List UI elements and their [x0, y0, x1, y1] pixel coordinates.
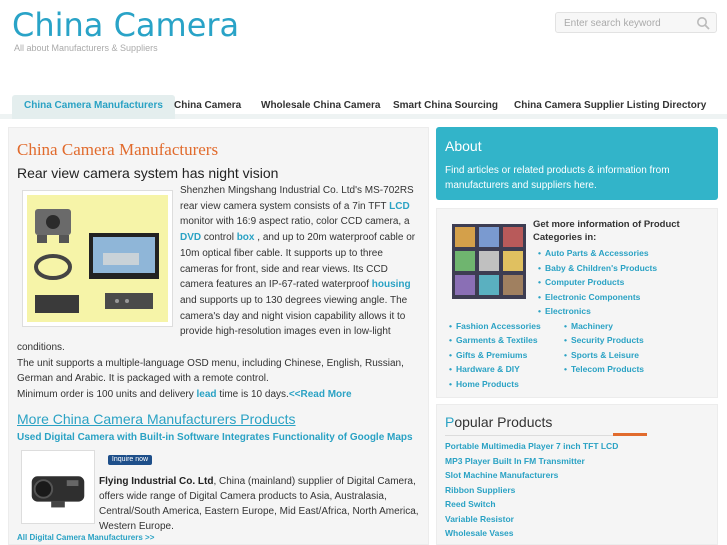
- categories-image: [452, 224, 526, 299]
- category-telecom-products[interactable]: • Telecom Products: [564, 364, 644, 374]
- category-label: Computer Products: [544, 277, 625, 287]
- main-panel: China Camera Manufacturers Rear view cam…: [8, 127, 429, 545]
- camera-system-image: [27, 195, 168, 322]
- category-label: Home Products: [455, 379, 519, 389]
- category-label: Machinery: [570, 321, 614, 331]
- category-label: Baby & Children's Products: [544, 263, 658, 273]
- bullet-icon: •: [564, 335, 567, 345]
- category-fashion-accessories[interactable]: • Fashion Accessories: [449, 321, 541, 331]
- category-garments-textiles[interactable]: • Garments & Textiles: [449, 335, 538, 345]
- more-products-title[interactable]: More China Camera Manufacturers Products: [17, 411, 296, 427]
- article-text-6: Minimum order is 100 units and delivery: [17, 389, 197, 401]
- keyword-link-box[interactable]: box: [237, 232, 255, 243]
- about-title: About: [445, 138, 482, 154]
- popular-item[interactable]: Variable Resistor: [445, 514, 514, 524]
- bullet-icon: •: [564, 350, 567, 360]
- bullet-icon: •: [449, 350, 452, 360]
- popular-item[interactable]: Slot Machine Manufacturers: [445, 470, 558, 480]
- category-label: Telecom Products: [570, 364, 645, 374]
- category-label: Electronics: [544, 306, 591, 316]
- all-manufacturers-link[interactable]: All Digital Camera Manufacturers >>: [17, 533, 154, 542]
- category-label: Security Products: [570, 335, 644, 345]
- article-text-2: monitor with 16:9 aspect ratio, color CC…: [180, 216, 410, 228]
- keyword-link-dvd[interactable]: DVD: [180, 232, 201, 243]
- category-label: Hardware & DIY: [455, 364, 520, 374]
- category-electronics[interactable]: • Electronics: [538, 306, 591, 316]
- search-icon[interactable]: [696, 16, 710, 30]
- article-title[interactable]: Rear view camera system has night vision: [17, 165, 278, 181]
- popular-item[interactable]: Ribbon Suppliers: [445, 485, 515, 495]
- article-paragraph-2: The unit supports a multiple-language OS…: [17, 357, 404, 385]
- category-label: Garments & Textiles: [455, 335, 538, 345]
- bullet-icon: •: [538, 248, 541, 258]
- supplier-description: Flying Industrial Co. Ltd, China (mainla…: [99, 474, 419, 534]
- article-text-7: time is 10 days.: [216, 389, 289, 401]
- category-hardware-diy[interactable]: • Hardware & DIY: [449, 364, 520, 374]
- supplier-name[interactable]: Flying Industrial Co. Ltd: [99, 476, 213, 487]
- site-title[interactable]: China Camera: [12, 6, 239, 44]
- category-gifts-premiums[interactable]: • Gifts & Premiums: [449, 350, 527, 360]
- category-sports-leisure[interactable]: • Sports & Leisure: [564, 350, 639, 360]
- category-label: Electronic Components: [544, 292, 641, 302]
- bullet-icon: •: [538, 292, 541, 302]
- category-machinery[interactable]: • Machinery: [564, 321, 613, 331]
- popular-item[interactable]: Wholesale Vases: [445, 528, 514, 538]
- bullet-icon: •: [449, 335, 452, 345]
- bullet-icon: •: [538, 306, 541, 316]
- bullet-icon: •: [538, 277, 541, 287]
- digital-camera-image: [31, 476, 85, 508]
- read-more-link[interactable]: <<Read More: [289, 389, 352, 400]
- search-input[interactable]: [556, 14, 686, 33]
- popular-item[interactable]: Reed Switch: [445, 499, 496, 509]
- page-title: China Camera Manufacturers: [17, 140, 219, 159]
- bullet-icon: •: [564, 364, 567, 374]
- popular-products-title: Popular Products: [445, 414, 552, 430]
- bullet-icon: •: [538, 263, 541, 273]
- category-label: Sports & Leisure: [570, 350, 640, 360]
- category-computer-products[interactable]: • Computer Products: [538, 277, 624, 287]
- bullet-icon: •: [564, 321, 567, 331]
- nav-item-supplier-directory[interactable]: China Camera Supplier Listing Directory: [502, 95, 718, 119]
- category-electronic-components[interactable]: • Electronic Components: [538, 292, 640, 302]
- bullet-icon: •: [449, 364, 452, 374]
- category-auto-parts[interactable]: • Auto Parts & Accessories: [538, 248, 649, 258]
- title-rest: opular Products: [454, 414, 553, 430]
- about-text: Find articles or related products & info…: [445, 165, 670, 191]
- keyword-link-lead[interactable]: lead: [197, 389, 217, 400]
- article-text-1: Shenzhen Mingshang Industrial Co. Ltd's …: [180, 185, 414, 212]
- category-baby-children[interactable]: • Baby & Children's Products: [538, 263, 657, 273]
- categories-box: Get more information of Product Categori…: [436, 208, 718, 398]
- category-label: Gifts & Premiums: [455, 350, 528, 360]
- main-nav: China Camera Manufacturers China Camera …: [0, 95, 727, 119]
- title-initial: P: [445, 414, 455, 430]
- article-image[interactable]: [22, 190, 173, 327]
- nav-item-china-camera[interactable]: China Camera: [162, 95, 253, 119]
- nav-item-china-camera-manufacturers[interactable]: China Camera Manufacturers: [12, 95, 175, 119]
- nav-item-smart-china-sourcing[interactable]: Smart China Sourcing: [381, 95, 510, 119]
- inquire-button[interactable]: Inquire now: [108, 455, 152, 465]
- category-security-products[interactable]: • Security Products: [564, 335, 644, 345]
- site-subtitle: All about Manufacturers & Suppliers: [14, 43, 158, 53]
- keyword-link-housing[interactable]: housing: [372, 279, 411, 290]
- bullet-icon: •: [449, 321, 452, 331]
- popular-products-box: Popular Products Portable Multimedia Pla…: [436, 404, 718, 545]
- popular-item[interactable]: MP3 Player Built In FM Transmitter: [445, 456, 585, 466]
- category-label: Fashion Accessories: [455, 321, 541, 331]
- keyword-link-lcd[interactable]: LCD: [389, 201, 410, 212]
- divider-accent: [613, 433, 647, 436]
- category-label: Auto Parts & Accessories: [544, 248, 649, 258]
- category-home-products[interactable]: • Home Products: [449, 379, 519, 389]
- product-image[interactable]: [21, 450, 95, 524]
- search-box: [555, 12, 717, 33]
- product-link[interactable]: Used Digital Camera with Built-in Softwa…: [17, 432, 413, 443]
- bullet-icon: •: [449, 379, 452, 389]
- categories-heading: Get more information of Product Categori…: [533, 219, 680, 243]
- article-text-3: control: [201, 232, 237, 244]
- popular-item[interactable]: Portable Multimedia Player 7 inch TFT LC…: [445, 441, 618, 451]
- nav-item-wholesale-china-camera[interactable]: Wholesale China Camera: [249, 95, 392, 119]
- about-box: About Find articles or related products …: [436, 127, 718, 200]
